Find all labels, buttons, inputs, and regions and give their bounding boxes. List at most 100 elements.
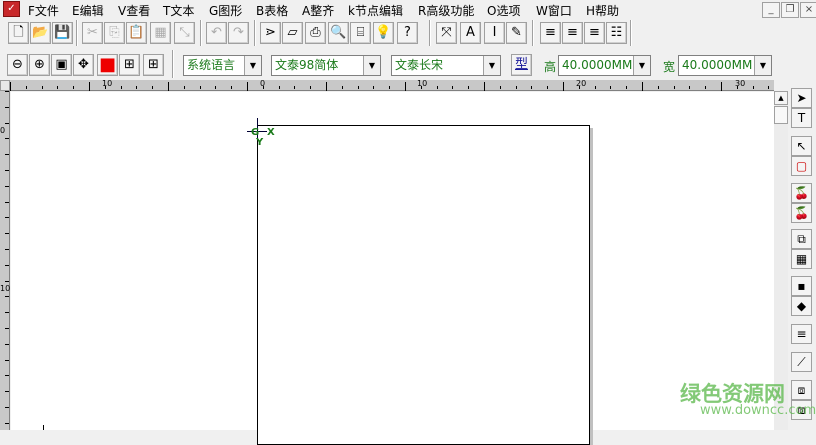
rect-tool-icon[interactable]: ▢ — [791, 156, 812, 176]
width-value: 40.0000MM — [682, 58, 753, 72]
ruler-tick — [231, 86, 233, 89]
ruler-tick — [357, 86, 359, 89]
menu-item[interactable]: W窗口 — [536, 2, 572, 19]
page-area[interactable] — [257, 125, 590, 445]
menu-item[interactable]: V查看 — [118, 2, 150, 19]
lines-icon[interactable]: ≡ — [791, 324, 812, 344]
menu-item[interactable]: O选项 — [487, 2, 520, 19]
table-tool-icon[interactable]: ▦ — [791, 249, 812, 269]
tool-a-icon[interactable]: ⧈ — [791, 380, 812, 400]
language-select[interactable]: 系统语言 ▼ — [183, 55, 262, 76]
print-icon[interactable]: ⎙ — [305, 22, 326, 44]
chevron-down-icon[interactable]: ▼ — [633, 56, 650, 75]
ruler-tick — [705, 86, 707, 89]
ruler-tick — [626, 86, 628, 89]
type-button[interactable]: 型 — [511, 54, 532, 76]
cherry-icon[interactable]: 🍒 — [791, 183, 812, 203]
zoom-all-icon[interactable]: ⊞ — [143, 54, 164, 76]
close-button[interactable]: × — [800, 2, 816, 18]
menu-item[interactable]: k节点编辑 — [348, 2, 403, 19]
zoom-in-icon[interactable]: ⊕ — [29, 54, 50, 76]
ruler-tick — [199, 86, 201, 89]
tip-icon[interactable]: 💡 — [373, 22, 394, 44]
frame-icon[interactable]: ⌸ — [350, 22, 371, 44]
paste-icon[interactable]: 📋 — [126, 22, 147, 44]
scroll-up-button[interactable]: ▲ — [774, 91, 788, 105]
width-input[interactable]: 40.0000MM ▼ — [678, 55, 772, 76]
menu-item[interactable]: H帮助 — [586, 2, 619, 19]
menu-bar: ✓ F文件 E编辑 V查看 T文本 G图形 B表格 A整齐 k节点编辑 R高级功能 O选项 W窗口 H… — [0, 0, 816, 19]
ruler-label: 0 — [260, 79, 266, 88]
font-select[interactable]: 文泰98简体 ▼ — [271, 55, 381, 76]
toolbar-separator — [76, 20, 78, 46]
align-left-icon[interactable]: ≡ — [540, 22, 561, 44]
minimize-button[interactable]: _ — [762, 2, 780, 18]
ruler-tick — [515, 86, 517, 89]
text-box-icon[interactable]: A — [460, 22, 481, 44]
zoom-fit-icon[interactable]: ▣ — [51, 54, 72, 76]
menu-item[interactable]: F文件 — [28, 2, 59, 19]
menu-item[interactable]: G图形 — [209, 2, 242, 19]
group-icon[interactable]: ▦ — [150, 22, 171, 44]
restore-button[interactable]: ❐ — [781, 2, 799, 18]
chevron-down-icon[interactable]: ▼ — [363, 56, 380, 75]
ruler-tick — [310, 86, 312, 89]
copy-icon[interactable]: ⎘ — [104, 22, 125, 44]
toolbar-separator — [532, 20, 534, 46]
new-icon[interactable]: 🗋 — [8, 22, 29, 44]
ruler-label: 20 — [576, 79, 587, 88]
chevron-down-icon[interactable]: ▼ — [754, 56, 771, 75]
scroll-thumb[interactable] — [774, 106, 788, 124]
menu-item[interactable]: T文本 — [163, 2, 194, 19]
zoom-out-icon[interactable]: ⊖ — [7, 54, 28, 76]
undo-icon[interactable]: ↶ — [206, 22, 227, 44]
cherry2-icon[interactable]: 🍒 — [791, 203, 812, 223]
text-tool-icon[interactable]: T — [791, 108, 812, 128]
menu-item[interactable]: A整齐 — [302, 2, 334, 19]
redo-icon[interactable]: ↷ — [228, 22, 249, 44]
text-spacing-icon[interactable]: ⤧ — [436, 22, 457, 44]
palette-icon[interactable]: ▪ — [791, 276, 812, 296]
node-edit-icon[interactable]: ↖ — [791, 136, 812, 156]
knife-icon[interactable]: ⟋ — [791, 352, 812, 372]
pan-icon[interactable]: ✥ — [73, 54, 94, 76]
ruler-corner — [0, 80, 10, 91]
ruler-tick — [610, 86, 612, 89]
open-icon[interactable]: 📂 — [30, 22, 51, 44]
zoom-page-icon[interactable]: ⊞ — [119, 54, 140, 76]
ruler-tick — [405, 82, 406, 91]
save-icon[interactable]: 💾 — [52, 22, 73, 44]
chevron-down-icon[interactable]: ▼ — [483, 56, 500, 75]
menu-item[interactable]: E编辑 — [72, 2, 104, 19]
height-input[interactable]: 40.0000MM ▼ — [558, 55, 651, 76]
menu-item[interactable]: R高级功能 — [418, 2, 474, 19]
fill-icon[interactable]: ◆ — [791, 296, 812, 316]
cut-icon[interactable]: ✂ — [82, 22, 103, 44]
ruler-tick — [5, 343, 9, 345]
font-style-select[interactable]: 文泰长宋 ▼ — [391, 55, 501, 76]
ruler-tick — [721, 82, 722, 91]
toolbar-separator — [429, 20, 431, 46]
edit-text-icon[interactable]: ✎ — [506, 22, 527, 44]
app-logo-icon[interactable]: ✓ — [3, 1, 20, 17]
help-icon[interactable]: ? — [397, 22, 418, 44]
ungroup-icon[interactable]: ⤡ — [174, 22, 195, 44]
ruler-tick — [5, 170, 9, 171]
italic-icon[interactable]: I — [484, 22, 505, 44]
ruler-tick — [294, 86, 296, 89]
ruler-tick — [215, 86, 217, 89]
align-center-icon[interactable]: ≡ — [562, 22, 583, 44]
parallelogram-icon[interactable]: ▱ — [282, 22, 303, 44]
send-icon[interactable]: ⋗ — [260, 22, 281, 44]
chevron-down-icon[interactable]: ▼ — [244, 56, 261, 75]
ruler-tick — [247, 82, 248, 91]
justify-icon[interactable]: ☷ — [606, 22, 627, 44]
vertical-ruler: 0 10 — [0, 91, 10, 430]
select-arrow-icon[interactable]: ➤ — [791, 88, 812, 108]
ruler-label: 10 — [0, 284, 11, 293]
align-right-icon[interactable]: ≡ — [584, 22, 605, 44]
menu-item[interactable]: B表格 — [256, 2, 288, 19]
preview-icon[interactable]: 🔍 — [328, 22, 349, 44]
shape-tool-icon[interactable]: ⧉ — [791, 229, 812, 249]
color-icon[interactable]: ■ — [97, 54, 118, 76]
